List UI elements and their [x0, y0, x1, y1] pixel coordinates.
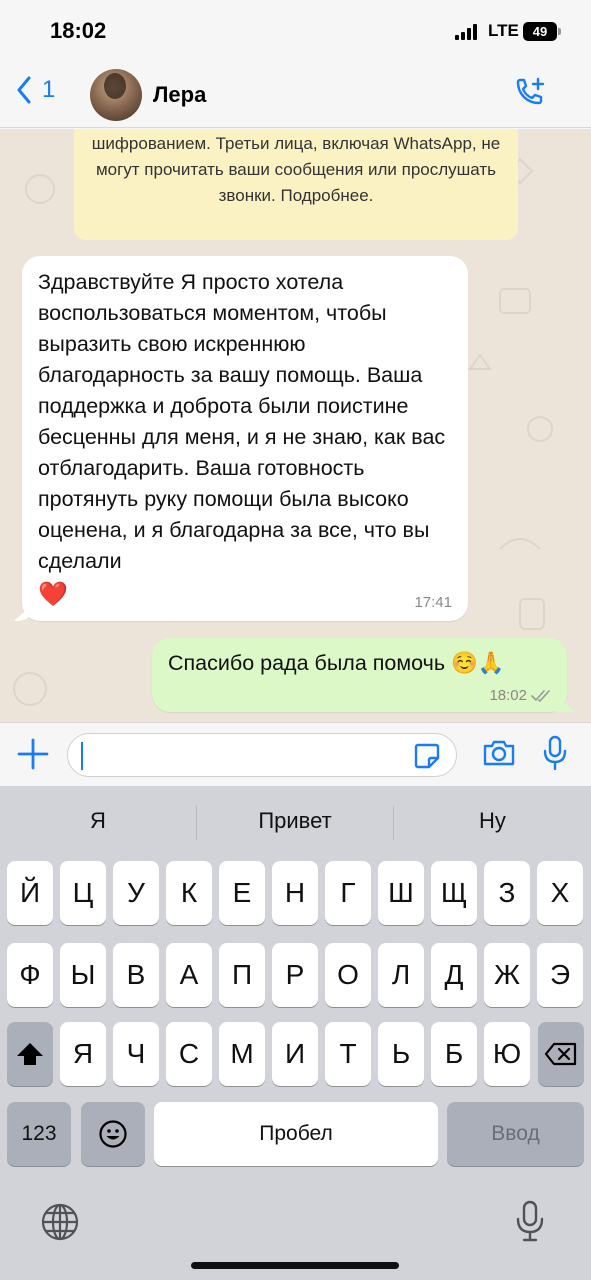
mic-icon	[516, 1200, 544, 1242]
key[interactable]: Ф	[7, 943, 53, 1007]
call-add-button[interactable]	[512, 76, 548, 117]
chat-area[interactable]: шифрованием. Третьи лица, включая WhatsA…	[0, 129, 591, 722]
key[interactable]: Н	[272, 861, 318, 925]
network-label: LTE	[488, 21, 519, 40]
back-button[interactable]: 1	[16, 76, 55, 104]
key[interactable]: Т	[325, 1022, 371, 1086]
backspace-key[interactable]	[538, 1022, 584, 1086]
numbers-key[interactable]: 123	[7, 1102, 71, 1166]
back-count: 1	[42, 76, 56, 103]
call-add-icon	[516, 77, 545, 105]
input-bar	[0, 722, 591, 786]
key[interactable]: Ж	[484, 943, 530, 1007]
mic-icon	[543, 735, 567, 771]
home-indicator[interactable]	[191, 1262, 399, 1269]
key[interactable]: Б	[431, 1022, 477, 1086]
key[interactable]: Ц	[60, 861, 106, 925]
emoji-key[interactable]	[81, 1102, 145, 1166]
globe-button[interactable]	[40, 1202, 80, 1247]
key[interactable]: П	[219, 943, 265, 1007]
dictation-button[interactable]	[516, 1200, 544, 1247]
key[interactable]: З	[484, 861, 530, 925]
suggestion-bar: Я Привет Ну	[0, 786, 591, 858]
key[interactable]: Ы	[60, 943, 106, 1007]
status-time: 18:02	[50, 18, 107, 43]
camera-icon	[483, 740, 515, 766]
text-cursor	[81, 742, 83, 770]
back-chevron-icon	[17, 76, 31, 104]
key[interactable]: Щ	[431, 861, 477, 925]
key[interactable]: Р	[272, 943, 318, 1007]
avatar[interactable]	[90, 69, 142, 121]
battery-icon: 49	[523, 22, 561, 41]
chat-header: 1 Лера	[0, 62, 591, 128]
suggestion-1[interactable]: Я	[0, 808, 196, 834]
key[interactable]: С	[166, 1022, 212, 1086]
key[interactable]: Ш	[378, 861, 424, 925]
message-time-row: 18:02	[489, 687, 553, 704]
key[interactable]: К	[166, 861, 212, 925]
key[interactable]: А	[166, 943, 212, 1007]
key[interactable]: Х	[537, 861, 583, 925]
return-key[interactable]: Ввод	[447, 1102, 584, 1166]
message-input[interactable]	[67, 733, 457, 777]
message-time: 17:41	[414, 594, 452, 611]
key[interactable]: У	[113, 861, 159, 925]
key[interactable]: И	[272, 1022, 318, 1086]
sticker-icon	[414, 743, 440, 769]
backspace-icon	[544, 1042, 577, 1066]
message-text: Здравствуйте Я просто хотела воспользова…	[38, 270, 446, 573]
suggestion-3[interactable]: Ну	[394, 808, 591, 834]
heart-emoji: ❤️	[38, 581, 68, 608]
signal-icon	[455, 24, 481, 40]
sticker-button[interactable]	[413, 742, 441, 775]
attach-button[interactable]	[16, 737, 50, 776]
message-time: 18:02	[489, 687, 527, 704]
key[interactable]: Й	[7, 861, 53, 925]
key[interactable]: Я	[60, 1022, 106, 1086]
shift-key[interactable]	[7, 1022, 53, 1086]
globe-icon	[41, 1203, 79, 1241]
voice-message-button[interactable]	[543, 735, 567, 776]
outgoing-message[interactable]: Спасибо рада была помочь ☺️🙏 18:02	[152, 638, 567, 712]
incoming-message[interactable]: Здравствуйте Я просто хотела воспользова…	[22, 256, 468, 621]
key[interactable]: Л	[378, 943, 424, 1007]
key[interactable]: Ю	[484, 1022, 530, 1086]
key[interactable]: Ь	[378, 1022, 424, 1086]
key[interactable]: Д	[431, 943, 477, 1007]
emoji-icon	[99, 1120, 127, 1148]
status-bar: 18:02 LTE 49	[0, 0, 591, 62]
plus-icon	[17, 738, 49, 770]
contact-name[interactable]: Лера	[153, 82, 206, 108]
key[interactable]: Е	[219, 861, 265, 925]
suggestion-2[interactable]: Привет	[197, 808, 393, 834]
encryption-note[interactable]: шифрованием. Третьи лица, включая WhatsA…	[74, 129, 518, 240]
key[interactable]: Ч	[113, 1022, 159, 1086]
read-check-icon	[531, 689, 550, 702]
key[interactable]: М	[219, 1022, 265, 1086]
key[interactable]: О	[325, 943, 371, 1007]
message-text: Спасибо рада была помочь ☺️🙏	[168, 651, 505, 675]
key[interactable]: В	[113, 943, 159, 1007]
key[interactable]: Э	[537, 943, 583, 1007]
shift-icon	[17, 1043, 43, 1065]
space-key[interactable]: Пробел	[154, 1102, 438, 1166]
keyboard: Я Привет Ну Й Ц У К Е Н Г Ш Щ З Х Ф Ы В …	[0, 786, 591, 1280]
camera-button[interactable]	[482, 739, 516, 772]
key[interactable]: Г	[325, 861, 371, 925]
